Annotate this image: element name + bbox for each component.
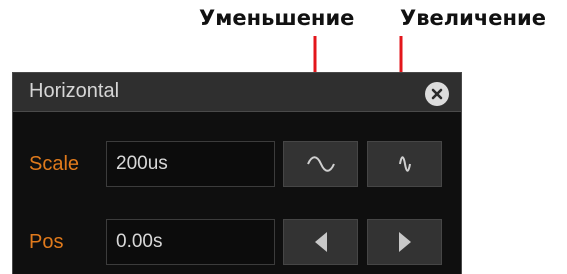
dialog-header: Horizontal <box>13 73 461 112</box>
pos-right-button[interactable] <box>367 219 442 265</box>
scale-decrease-button[interactable] <box>283 141 358 187</box>
sine-wave-wide-icon <box>306 156 335 172</box>
close-icon <box>431 88 443 100</box>
pos-left-button[interactable] <box>283 219 358 265</box>
pos-label: Pos <box>29 231 64 253</box>
scale-value-field[interactable]: 200us <box>106 141 275 187</box>
triangle-right-icon <box>398 232 411 252</box>
scale-label: Scale <box>29 153 80 175</box>
scale-increase-button[interactable] <box>367 141 442 187</box>
horizontal-dialog: Horizontal Scale 200us Pos 0.00s <box>12 72 462 274</box>
close-button[interactable] <box>425 82 449 106</box>
callout-increase-label: Увеличение <box>400 6 546 30</box>
dialog-title: Horizontal <box>29 80 120 102</box>
pos-value-field[interactable]: 0.00s <box>106 219 275 265</box>
sine-wave-narrow-icon <box>398 156 411 172</box>
callout-decrease-label: Уменьшение <box>199 6 355 30</box>
triangle-left-icon <box>314 232 327 252</box>
